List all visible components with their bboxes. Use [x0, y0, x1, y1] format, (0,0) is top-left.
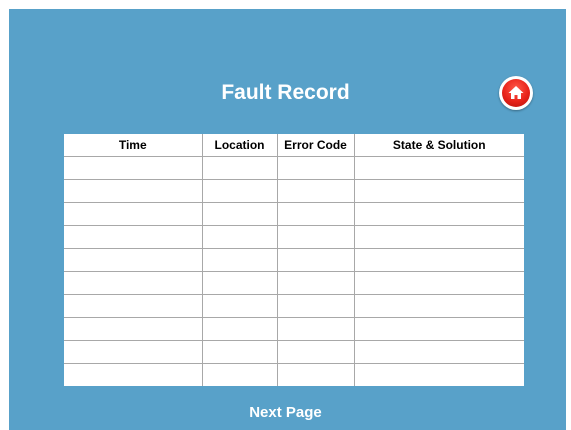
cell-time — [64, 363, 203, 386]
cell-state-solution — [353, 179, 524, 203]
table-row[interactable] — [64, 271, 524, 295]
next-page-button[interactable]: Next Page — [0, 403, 571, 423]
cell-error-code — [276, 340, 355, 364]
cell-time — [64, 202, 203, 226]
cell-state-solution — [353, 156, 524, 180]
header-location: Location — [201, 134, 278, 157]
cell-time — [64, 317, 203, 341]
header-error-code: Error Code — [276, 134, 355, 157]
table-row[interactable] — [64, 202, 524, 226]
table-row[interactable] — [64, 179, 524, 203]
cell-error-code — [276, 271, 355, 295]
cell-state-solution — [353, 363, 524, 386]
cell-state-solution — [353, 225, 524, 249]
cell-location — [201, 271, 278, 295]
cell-state-solution — [353, 248, 524, 272]
cell-error-code — [276, 225, 355, 249]
cell-location — [201, 156, 278, 180]
header-time: Time — [64, 134, 203, 157]
home-icon — [508, 86, 524, 99]
cell-location — [201, 363, 278, 386]
cell-time — [64, 225, 203, 249]
cell-error-code — [276, 202, 355, 226]
cell-location — [201, 340, 278, 364]
cell-error-code — [276, 179, 355, 203]
cell-location — [201, 317, 278, 341]
fault-table-container: Time Location Error Code State & Solutio… — [64, 134, 524, 386]
cell-state-solution — [353, 202, 524, 226]
cell-time — [64, 179, 203, 203]
table-row[interactable] — [64, 225, 524, 249]
cell-location — [201, 248, 278, 272]
cell-error-code — [276, 156, 355, 180]
cell-error-code — [276, 294, 355, 318]
cell-state-solution — [353, 340, 524, 364]
cell-state-solution — [353, 271, 524, 295]
cell-location — [201, 225, 278, 249]
table-row[interactable] — [64, 156, 524, 180]
table-row[interactable] — [64, 340, 524, 364]
cell-time — [64, 294, 203, 318]
fault-record-table: Time Location Error Code State & Solutio… — [64, 134, 524, 386]
table-row[interactable] — [64, 248, 524, 272]
cell-time — [64, 340, 203, 364]
fault-table-body — [64, 156, 524, 386]
cell-time — [64, 248, 203, 272]
home-button[interactable] — [499, 76, 533, 110]
cell-time — [64, 156, 203, 180]
cell-location — [201, 202, 278, 226]
table-header-row: Time Location Error Code State & Solutio… — [64, 134, 524, 157]
cell-location — [201, 179, 278, 203]
cell-error-code — [276, 248, 355, 272]
cell-error-code — [276, 363, 355, 386]
page-title: Fault Record — [221, 81, 350, 104]
cell-state-solution — [353, 294, 524, 318]
table-row[interactable] — [64, 363, 524, 386]
table-row[interactable] — [64, 294, 524, 318]
cell-error-code — [276, 317, 355, 341]
header-state-solution: State & Solution — [353, 134, 524, 157]
cell-state-solution — [353, 317, 524, 341]
cell-time — [64, 271, 203, 295]
table-row[interactable] — [64, 317, 524, 341]
cell-location — [201, 294, 278, 318]
